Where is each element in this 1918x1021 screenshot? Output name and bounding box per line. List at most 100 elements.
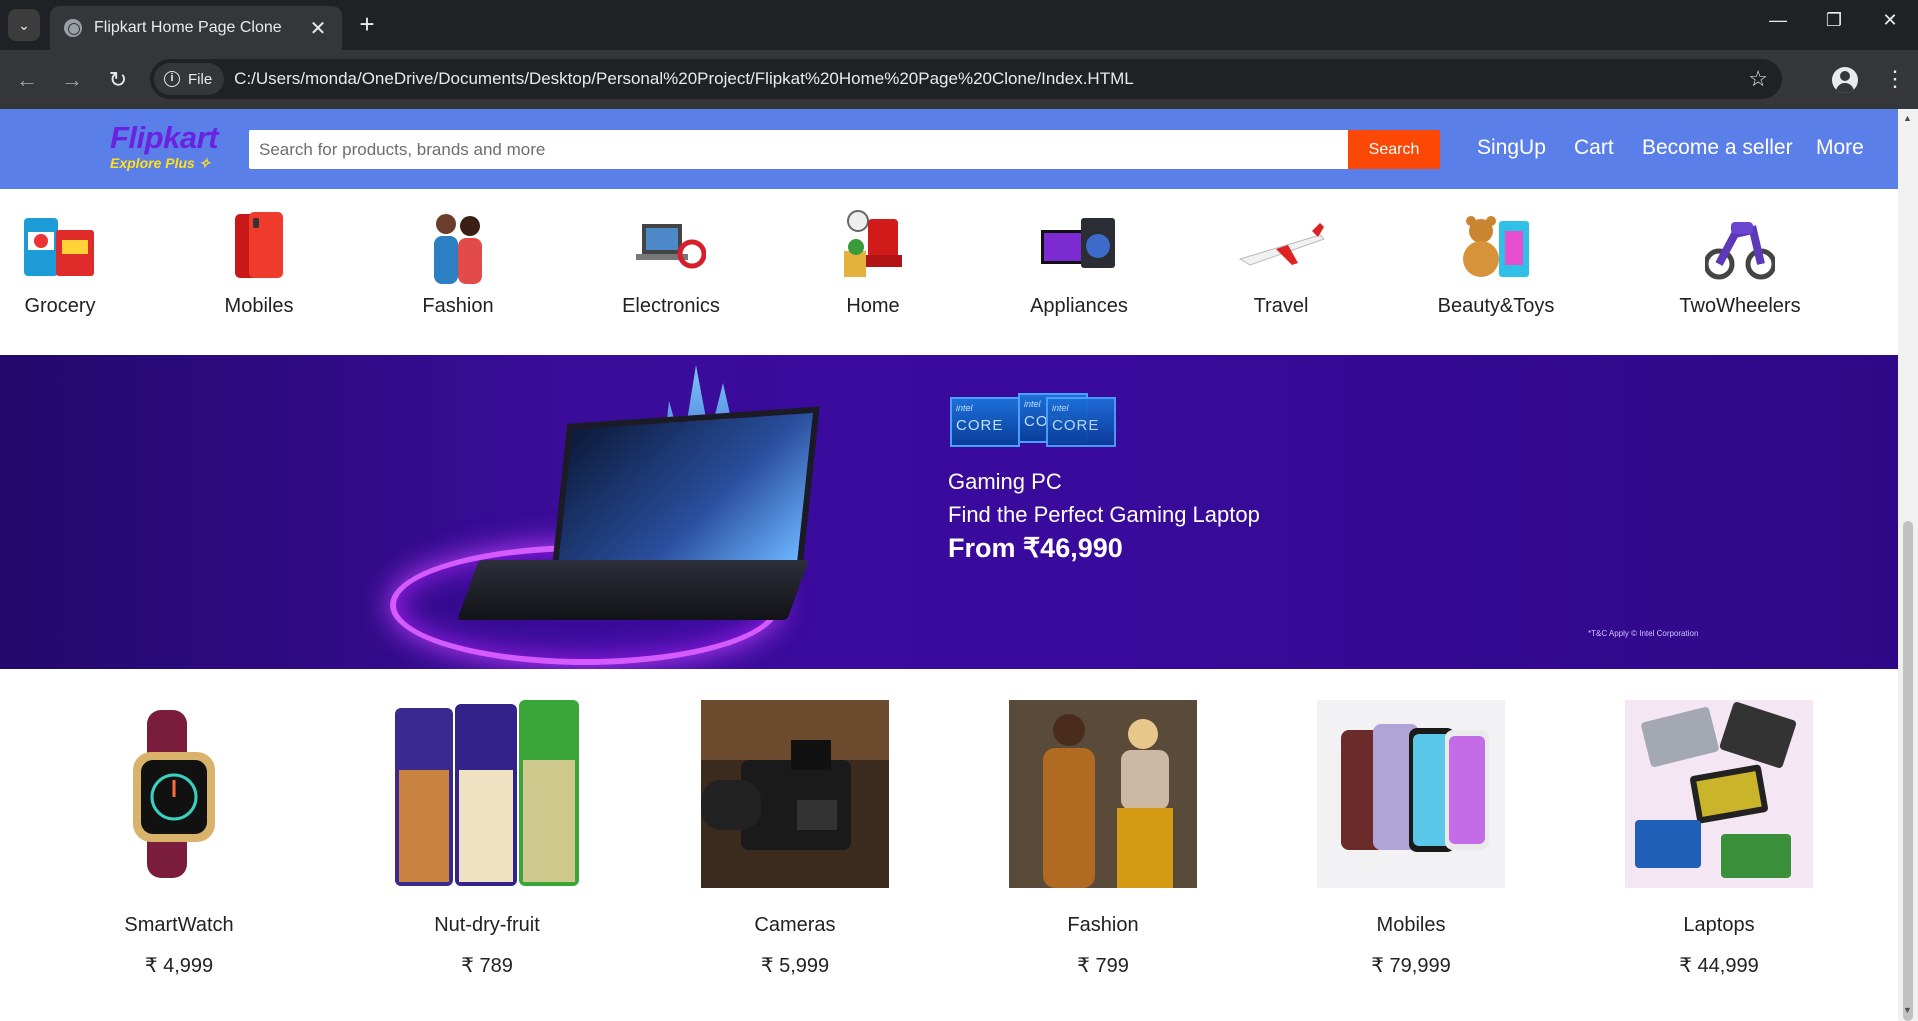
laptop-icon [601, 203, 741, 289]
home-icon [803, 203, 943, 289]
fashion-image [1009, 700, 1197, 888]
minimize-icon[interactable]: — [1758, 10, 1798, 31]
grocery-icon [0, 203, 130, 289]
back-arrow-icon[interactable]: ← [12, 66, 42, 96]
category-electronics[interactable]: Electronics [601, 203, 741, 318]
dry-fruit-image [393, 700, 581, 888]
address-bar[interactable]: i File C:/Users/monda/OneDrive/Documents… [150, 59, 1782, 99]
product-name: Fashion [1067, 914, 1139, 936]
tab-search-chevron-icon[interactable]: ⌄ [8, 9, 40, 41]
kebab-menu-icon[interactable]: ⋮ [1884, 65, 1906, 93]
toy-icon [1426, 203, 1566, 289]
category-label: Electronics [622, 295, 720, 317]
category-label: Beauty&Toys [1437, 295, 1555, 317]
product-card[interactable]: Laptops ₹ 44,999 [1625, 700, 1813, 978]
category-strip: Grocery Mobiles Fashion Electronics Home [0, 189, 1898, 355]
mobile-icon [189, 203, 329, 289]
product-card[interactable]: Cameras ₹ 5,999 [701, 700, 889, 978]
bookmark-star-icon[interactable]: ☆ [1748, 66, 1768, 92]
laptops-image [1625, 700, 1813, 888]
product-price: ₹ 799 [1077, 955, 1129, 977]
window-close-icon[interactable]: ✕ [1870, 10, 1910, 31]
search-bar: Search [249, 130, 1440, 169]
forward-arrow-icon[interactable]: → [57, 66, 87, 96]
category-home[interactable]: Home [803, 203, 943, 318]
product-price: ₹ 44,999 [1679, 955, 1759, 977]
search-input[interactable] [249, 130, 1348, 169]
gaming-laptop-banner[interactable]: intelCORE intelCORE intelCORE Gaming PC … [0, 355, 1898, 669]
search-button[interactable]: Search [1348, 130, 1440, 169]
tab-title: Flipkart Home Page Clone [94, 19, 282, 36]
scrollbar-thumb[interactable] [1903, 521, 1913, 1021]
nav-signup-link[interactable]: SingUp [1477, 136, 1546, 160]
nav-cart-link[interactable]: Cart [1574, 136, 1614, 160]
category-appliances[interactable]: Appliances [1009, 203, 1149, 318]
product-name: Mobiles [1376, 914, 1446, 936]
product-price: ₹ 4,999 [144, 955, 214, 977]
product-price: ₹ 789 [461, 955, 513, 977]
site-info-chip[interactable]: i File [154, 63, 225, 95]
logo-text: Flipkart [110, 120, 218, 155]
intel-core-i7-badge: intel CORE [950, 397, 1020, 447]
page-viewport: Flipkart Explore Plus ✧ Search SingUp Ca… [0, 109, 1898, 1021]
scroll-down-arrow-icon[interactable]: ▼ [1903, 1005, 1912, 1015]
category-two-wheelers[interactable]: TwoWheelers [1670, 203, 1810, 318]
product-card[interactable]: Mobiles ₹ 79,999 [1317, 700, 1505, 978]
profile-avatar-icon[interactable] [1832, 67, 1858, 93]
product-card[interactable]: Nut-dry-fruit ₹ 789 [393, 700, 581, 978]
category-label: Home [846, 295, 900, 317]
browser-tab-bar: ⌄ Flipkart Home Page Clone ✕ + — ❐ ✕ [0, 0, 1918, 50]
airplane-icon [1211, 203, 1351, 289]
category-beauty-toys[interactable]: Beauty&Toys [1426, 203, 1566, 318]
fashion-icon [388, 203, 528, 289]
category-label: Travel [1253, 295, 1309, 317]
banner-price: From ₹46,990 [948, 533, 1123, 563]
category-label: TwoWheelers [1679, 295, 1801, 317]
flipkart-logo[interactable]: Flipkart Explore Plus ✧ [110, 120, 218, 172]
category-mobiles[interactable]: Mobiles [189, 203, 329, 318]
product-grid: SmartWatch ₹ 4,999 Nut-dry-fruit ₹ 789 C… [0, 669, 1898, 1021]
browser-toolbar: ← → ↻ i File C:/Users/monda/OneDrive/Doc… [0, 50, 1918, 109]
scooter-icon [1670, 203, 1810, 289]
category-label: Grocery [24, 295, 96, 317]
category-travel[interactable]: Travel [1211, 203, 1351, 318]
mobiles-image [1317, 700, 1505, 888]
banner-fine-print: *T&C Apply © Intel Corporation [1588, 629, 1699, 638]
product-name: SmartWatch [124, 914, 234, 936]
category-label: Fashion [422, 295, 494, 317]
product-name: Cameras [754, 914, 836, 936]
nav-seller-link[interactable]: Become a seller [1642, 136, 1793, 160]
new-tab-button[interactable]: + [352, 10, 382, 40]
reload-icon[interactable]: ↻ [103, 66, 133, 96]
gaming-laptop-base-image [457, 560, 809, 620]
smartwatch-image [85, 700, 273, 888]
intel-core-i5-badge: intel CORE [1046, 397, 1116, 447]
category-label: Appliances [1030, 295, 1128, 317]
site-header: Flipkart Explore Plus ✧ Search SingUp Ca… [0, 109, 1898, 189]
file-chip-label: File [188, 70, 213, 88]
category-grocery[interactable]: Grocery [0, 203, 130, 318]
browser-tab[interactable]: Flipkart Home Page Clone ✕ [50, 6, 342, 50]
banner-title: Gaming PC [948, 469, 1062, 494]
product-card[interactable]: Fashion ₹ 799 [1009, 700, 1197, 978]
product-card[interactable]: SmartWatch ₹ 4,999 [85, 700, 273, 978]
appliance-icon [1009, 203, 1149, 289]
banner-subtitle: Find the Perfect Gaming Laptop [948, 502, 1260, 527]
nav-more-link[interactable]: More [1816, 136, 1864, 160]
tab-close-icon[interactable]: ✕ [308, 16, 328, 41]
url-text[interactable]: C:/Users/monda/OneDrive/Documents/Deskto… [234, 69, 1748, 89]
category-fashion[interactable]: Fashion [388, 203, 528, 318]
category-label: Mobiles [224, 295, 294, 317]
camera-image [701, 700, 889, 888]
product-name: Nut-dry-fruit [434, 914, 540, 936]
product-price: ₹ 79,999 [1371, 955, 1451, 977]
page-scrollbar[interactable]: ▲ ▼ [1898, 109, 1918, 1021]
globe-icon [64, 19, 82, 37]
info-icon: i [164, 71, 180, 87]
restore-icon[interactable]: ❐ [1814, 10, 1854, 31]
product-name: Laptops [1683, 914, 1755, 936]
scroll-up-arrow-icon[interactable]: ▲ [1903, 113, 1912, 123]
gaming-laptop-screen-image [550, 406, 820, 584]
product-price: ₹ 5,999 [760, 955, 830, 977]
logo-tagline: Explore Plus ✧ [110, 155, 211, 171]
